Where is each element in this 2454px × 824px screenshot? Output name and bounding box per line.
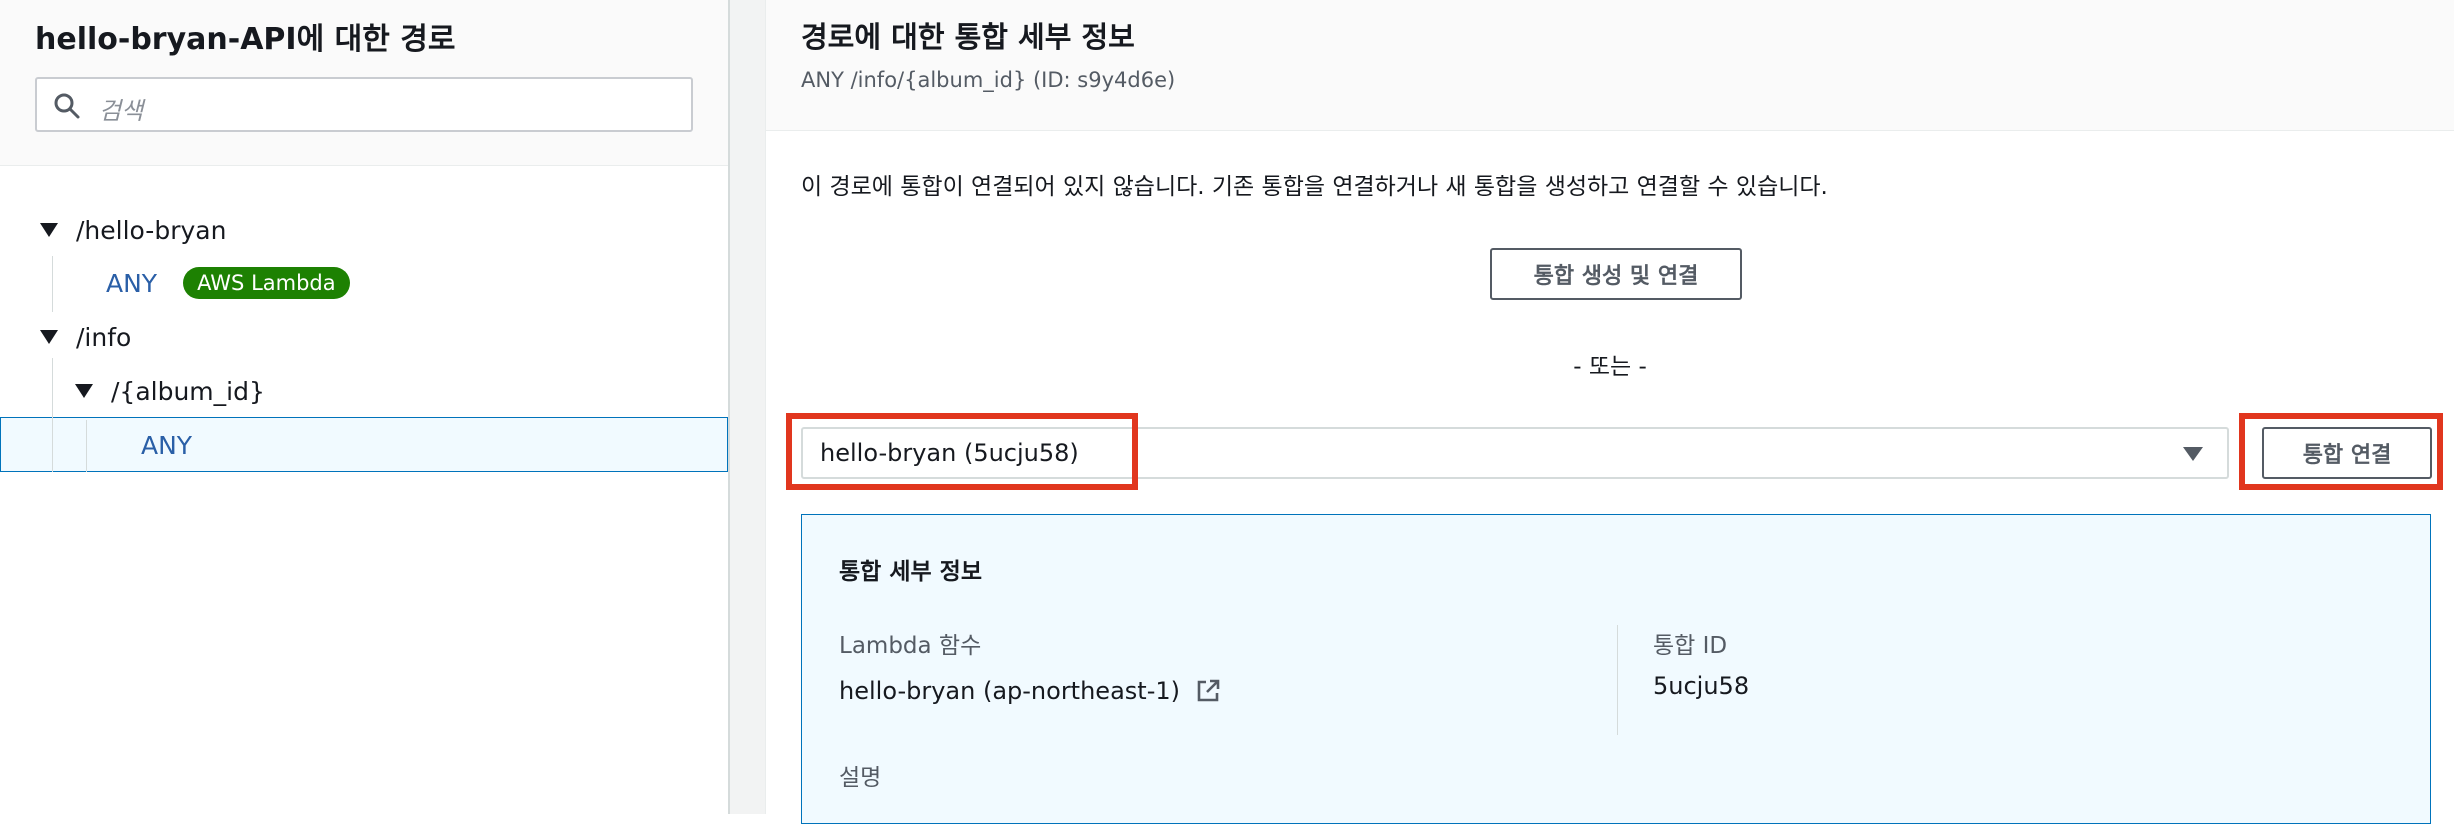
tree-guide [86, 420, 87, 472]
integration-header: 경로에 대한 통합 세부 정보 ANY /info/{album_id} (ID… [766, 0, 2454, 131]
method-label: ANY [106, 268, 158, 298]
tree-guide [52, 358, 53, 472]
tree-item-album-id[interactable]: /{album_id} [75, 365, 265, 417]
routes-header: hello-bryan-API에 대한 경로 검색 [0, 0, 730, 166]
search-icon [54, 93, 80, 119]
routes-title: hello-bryan-API에 대한 경로 [35, 22, 456, 57]
caret-down-icon[interactable] [40, 223, 58, 237]
search-placeholder: 검색 [99, 97, 144, 125]
or-separator: - 또는 - [1573, 354, 1647, 380]
caret-down-icon[interactable] [75, 384, 93, 398]
tree-item-album-id-any[interactable]: ANY [141, 419, 192, 471]
tree-item-label: /info [76, 322, 132, 352]
caret-down-icon[interactable] [40, 330, 58, 344]
external-link-icon[interactable] [1194, 677, 1222, 705]
tree-item-label: /hello-bryan [76, 215, 227, 245]
tree-item-info[interactable]: /info [40, 311, 131, 363]
create-and-attach-button[interactable]: 통합 생성 및 연결 [1490, 248, 1742, 300]
tree-item-hello-bryan[interactable]: /hello-bryan [40, 204, 226, 256]
integration-title: 경로에 대한 통합 세부 정보 [801, 20, 1135, 54]
tree-item-hello-bryan-any[interactable]: ANY AWS Lambda [106, 257, 350, 309]
details-title: 통합 세부 정보 [839, 559, 982, 585]
description-label: 설명 [839, 765, 882, 791]
integration-badge: AWS Lambda [183, 267, 350, 299]
method-label: ANY [141, 430, 193, 460]
integration-id-label: 통합 ID [1653, 633, 1728, 659]
no-integration-message: 이 경로에 통합이 연결되어 있지 않습니다. 기존 통합을 연결하거나 새 통… [801, 174, 1828, 200]
details-divider [1617, 625, 1618, 735]
search-input[interactable]: 검색 [35, 77, 693, 132]
route-subtitle: ANY /info/{album_id} (ID: s9y4d6e) [801, 68, 1176, 92]
lambda-function-link[interactable]: hello-bryan (ap-northeast-1) [839, 677, 1180, 705]
integration-details-card: 통합 세부 정보 Lambda 함수 hello-bryan (ap-north… [801, 514, 2431, 824]
integration-id-value: 5ucju58 [1653, 672, 1750, 700]
lambda-function-value[interactable]: hello-bryan (ap-northeast-1) [839, 677, 1222, 705]
tree-guide [52, 256, 53, 312]
tree-item-label: /{album_id} [111, 376, 265, 406]
integration-panel: 경로에 대한 통합 세부 정보 ANY /info/{album_id} (ID… [766, 0, 2454, 824]
caret-down-icon [2183, 447, 2203, 461]
highlight-box [2239, 413, 2443, 490]
panel-divider[interactable] [728, 0, 766, 814]
highlight-box [786, 413, 1138, 490]
routes-panel: hello-bryan-API에 대한 경로 검색 /hello-bryan A… [0, 0, 730, 814]
lambda-function-label: Lambda 함수 [839, 633, 982, 659]
selected-route-highlight [0, 417, 728, 472]
